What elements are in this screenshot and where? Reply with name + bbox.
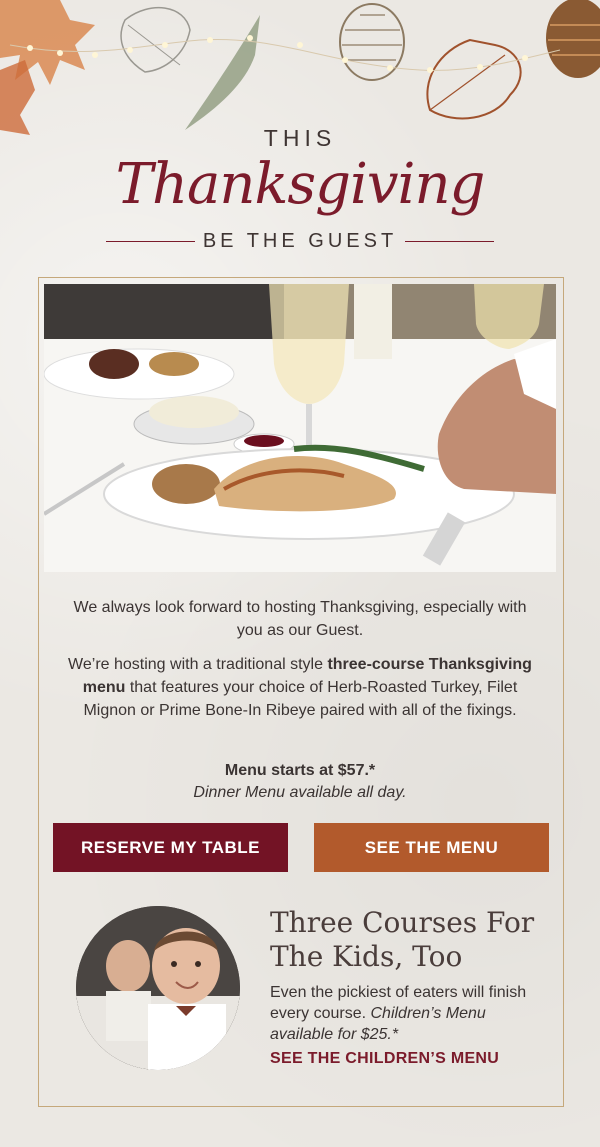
kids-photo[interactable] [76,906,240,1070]
divider-right [405,240,495,242]
menu-availability: Dinner Menu available all day. [193,784,407,801]
pinecone-icon [546,0,600,78]
see-the-menu-button[interactable]: SEE THE MENU [314,823,549,872]
eyebrow-this: THIS [263,125,337,151]
child-photo [76,906,240,1070]
kids-section-title: Three Courses For The Kids, Too [270,906,535,973]
kids-section-text: Even the pickiest of eaters will finish … [270,984,527,1043]
dinner-photo [44,284,556,572]
page-title: Thanksgiving [115,152,486,217]
leaf-icon [185,15,260,130]
reserve-my-table-button[interactable]: RESERVE MY TABLE [53,823,288,872]
intro-paragraph: We always look forward to hosting Thanks… [73,599,527,639]
subtitle: BE THE GUEST [202,229,398,252]
leaf-icon [120,6,191,73]
menu-description: We’re hosting with a traditional style t… [68,656,532,719]
divider-left [106,240,195,242]
subtitle-row: BE THE GUEST [106,229,495,253]
menu-price: Menu starts at $57.* [224,762,376,779]
string-lights-icon [0,0,600,135]
leaf-icon [426,38,522,120]
pinecone-icon [339,3,405,81]
leaf-icon [0,0,95,135]
header: THIS Thanksgiving BE THE GUEST [0,0,600,270]
hero-image-thanksgiving-dinner[interactable] [44,284,556,572]
see-childrens-menu-link[interactable]: SEE THE CHILDREN’S MENU [270,1050,499,1068]
